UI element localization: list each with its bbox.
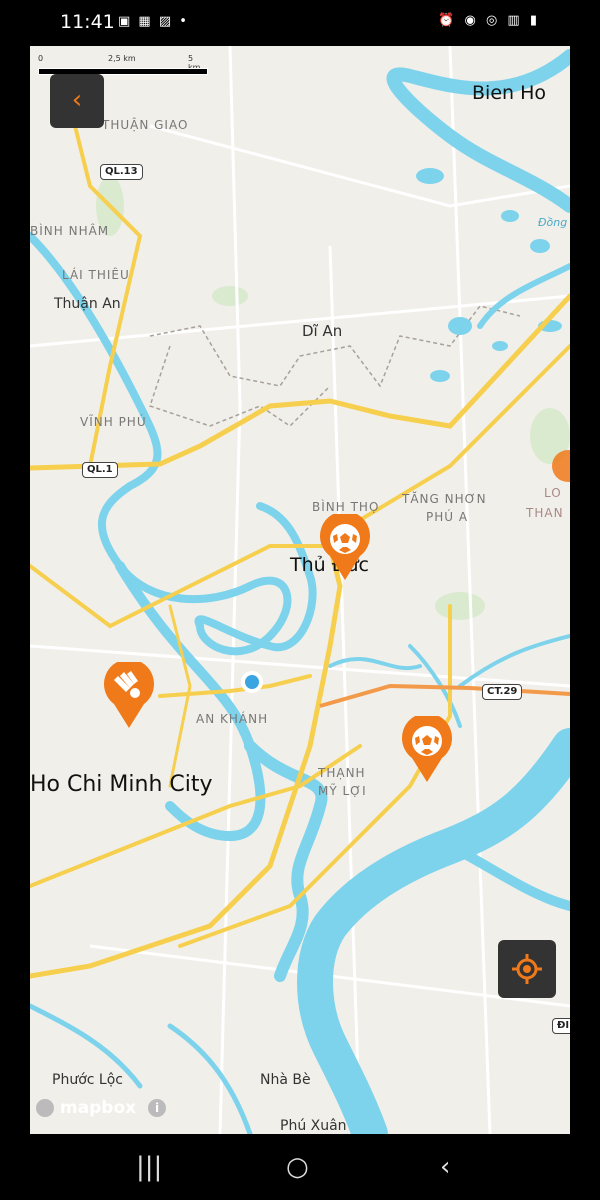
chevron-left-icon: ‹ — [71, 85, 83, 115]
locate-me-button[interactable] — [498, 940, 556, 998]
label-nha-be: Nhà Bè — [260, 1072, 311, 1088]
football-icon — [402, 713, 452, 782]
scale-tick-0: 0 — [38, 54, 44, 63]
label-long-thanh-2: THAN — [526, 506, 564, 520]
home-button[interactable]: ○ — [286, 1152, 309, 1182]
label-phuoc-loc: Phước Lộc — [52, 1072, 123, 1088]
badminton-shuttlecock-icon — [104, 659, 154, 728]
football-marker[interactable] — [402, 713, 452, 784]
status-time: 11:41 — [60, 11, 115, 33]
recents-button[interactable]: ||| — [136, 1152, 162, 1182]
scale-tick-1: 2,5 km — [108, 54, 136, 63]
label-bien-hoa: Bien Ho — [472, 82, 546, 104]
label-dong-nai: Đồng — [538, 216, 568, 229]
phone-screen: 11:41 ▣ ▦ ▨ • ⏰ ◉ ◎ ▥ ▮ Bien Ho THUẬN GI… — [30, 0, 570, 1200]
map-attribution: mapbox i — [36, 1098, 167, 1122]
label-phu-a: PHÚ A — [426, 510, 469, 524]
football-icon — [320, 511, 370, 580]
android-navigation-bar: ||| ○ ‹ — [30, 1134, 570, 1200]
label-binh-tho: BÌNH THỌ — [312, 500, 380, 514]
status-bar: 11:41 ▣ ▦ ▨ • ⏰ ◉ ◎ ▥ ▮ — [30, 0, 570, 46]
label-binh-nham: BÌNH NHÂM — [30, 224, 110, 238]
badminton-marker[interactable] — [104, 659, 154, 730]
football-marker[interactable] — [320, 511, 370, 582]
label-tang-nhon: TĂNG NHƠN — [402, 492, 487, 506]
back-button[interactable]: ‹ — [50, 74, 104, 128]
label-lai-thieu: LÁI THIÊU — [62, 268, 130, 282]
road-shield-ql13: QL.13 — [100, 164, 143, 180]
label-di-an: Dĩ An — [302, 322, 343, 340]
mapbox-logo-icon — [36, 1099, 54, 1117]
label-vinh-phu: VĨNH PHÚ — [80, 415, 147, 429]
label-thanh-my-loi: THẠNH — [318, 766, 366, 780]
label-ho-chi-minh-city: Ho Chi Minh City — [30, 772, 213, 797]
road-shield-edge: ĐI — [552, 1018, 570, 1034]
user-location-dot — [245, 675, 259, 689]
label-thanh-my-loi-2: MỸ LỢI — [318, 784, 367, 798]
system-status-icons: ⏰ ◉ ◎ ▥ ▮ — [438, 13, 540, 28]
road-shield-ct29: CT.29 — [482, 684, 523, 700]
nav-back-button[interactable]: ‹ — [440, 1152, 450, 1182]
label-thuan-an: Thuận An — [54, 296, 121, 312]
label-thuan-giao: THUẬN GIAO — [102, 118, 189, 132]
label-an-khanh: AN KHÁNH — [196, 712, 269, 726]
notification-icons: ▣ ▦ ▨ • — [118, 14, 189, 29]
info-icon[interactable]: i — [148, 1099, 167, 1117]
mapbox-wordmark: mapbox — [59, 1098, 137, 1118]
crosshair-icon — [512, 954, 542, 984]
map-base-layer — [30, 46, 570, 1134]
label-long-thanh: LO — [544, 486, 562, 500]
map-view[interactable]: Bien Ho THUẬN GIAO BÌNH NHÂM LÁI THIÊU T… — [30, 46, 570, 1134]
label-phu-xuan: Phú Xuân — [280, 1118, 347, 1134]
road-shield-ql1: QL.1 — [82, 462, 118, 478]
